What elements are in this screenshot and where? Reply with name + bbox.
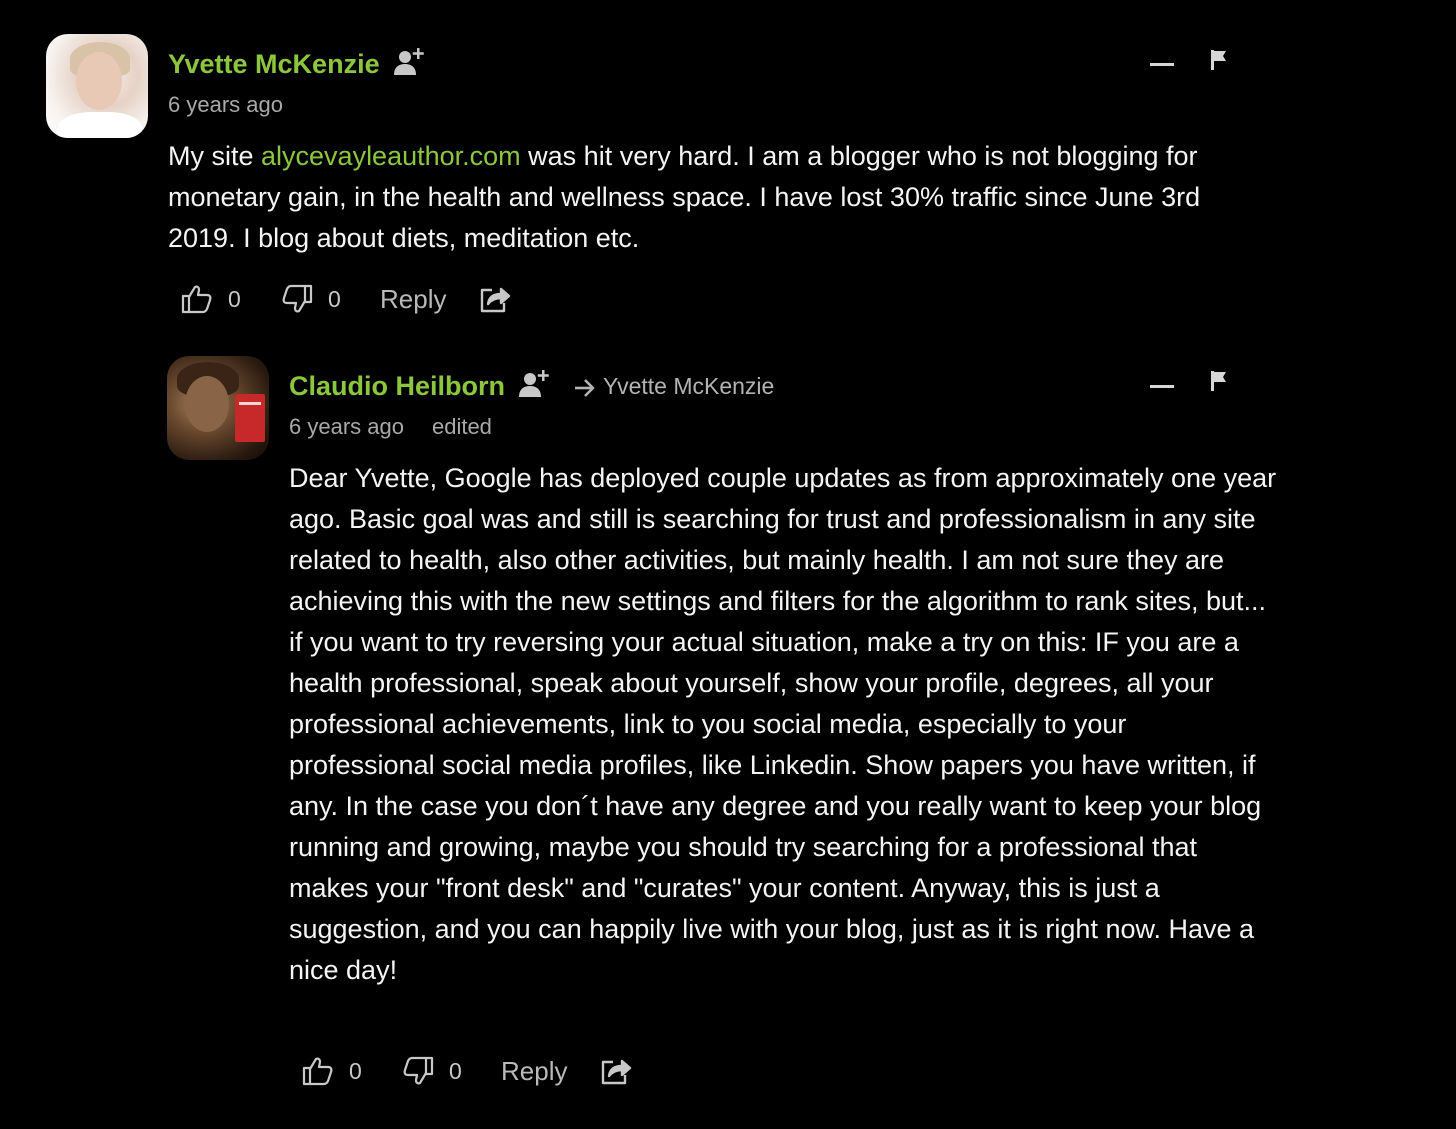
- add-user-icon[interactable]: [517, 367, 551, 401]
- downvote-count: 0: [328, 285, 341, 312]
- edited-label: edited: [431, 414, 492, 439]
- comment-header: Yvette McKenzie: [168, 44, 426, 84]
- flag-icon[interactable]: [1208, 369, 1230, 393]
- replying-to[interactable]: Yvette McKenzie: [573, 373, 774, 400]
- comment-header: Claudio Heilborn Yvette McKenzie: [289, 366, 774, 406]
- comment-meta: 6 years ago edited: [289, 414, 492, 440]
- avatar-face: [76, 52, 122, 110]
- comment-meta: 6 years ago: [168, 92, 283, 118]
- avatar-shirt: [58, 112, 142, 138]
- avatar[interactable]: [46, 34, 148, 138]
- comment-body: My site alycevayleauthor.com was hit ver…: [168, 136, 1258, 259]
- replying-to-name: Yvette McKenzie: [603, 372, 775, 399]
- body-link[interactable]: alycevayleauthor.com: [261, 141, 521, 171]
- comment-actions: 0 0 Reply: [301, 1054, 633, 1088]
- thumbs-up-icon[interactable]: [301, 1054, 335, 1088]
- comment-actions: 0 0 Reply: [180, 282, 512, 316]
- avatar-background-screen: [235, 394, 265, 442]
- arrow-right-icon: [575, 379, 595, 397]
- share-icon[interactable]: [478, 282, 512, 316]
- reply-button[interactable]: Reply: [380, 284, 446, 315]
- collapse-icon[interactable]: [1150, 376, 1176, 396]
- body-text-prefix: My site: [168, 141, 262, 171]
- timestamp[interactable]: 6 years ago: [168, 92, 283, 117]
- author-name[interactable]: Claudio Heilborn: [289, 371, 505, 402]
- timestamp[interactable]: 6 years ago: [289, 414, 404, 439]
- collapse-icon[interactable]: [1150, 54, 1176, 74]
- avatar-face: [185, 376, 229, 432]
- downvote-count: 0: [449, 1057, 462, 1084]
- add-user-icon[interactable]: [392, 45, 426, 79]
- author-name[interactable]: Yvette McKenzie: [168, 49, 380, 80]
- flag-icon[interactable]: [1208, 48, 1230, 72]
- avatar[interactable]: [167, 356, 269, 460]
- share-icon[interactable]: [599, 1054, 633, 1088]
- comment-body: Dear Yvette, Google has deployed couple …: [289, 463, 1277, 985]
- thumbs-down-icon[interactable]: [280, 282, 314, 316]
- thumbs-up-icon[interactable]: [180, 282, 214, 316]
- reply-button[interactable]: Reply: [501, 1056, 567, 1087]
- upvote-count: 0: [349, 1057, 362, 1084]
- upvote-count: 0: [228, 285, 241, 312]
- thumbs-down-icon[interactable]: [401, 1054, 435, 1088]
